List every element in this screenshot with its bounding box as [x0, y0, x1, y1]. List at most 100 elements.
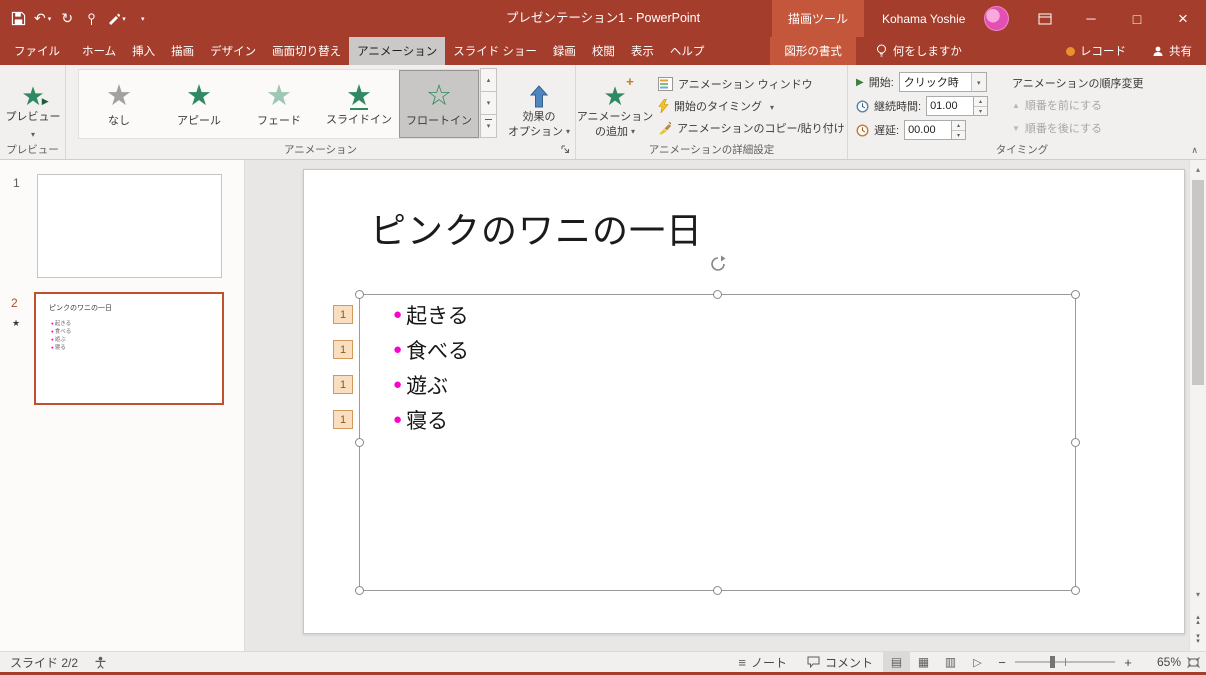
undo-button[interactable]	[30, 5, 55, 33]
resize-handle-middle-left[interactable]	[355, 438, 364, 447]
tab-transitions[interactable]: 画面切り替え	[264, 37, 349, 65]
move-earlier-button[interactable]: 順番を前にする	[1012, 97, 1102, 113]
redo-button[interactable]	[55, 5, 79, 33]
zoom-in-button[interactable]	[1117, 655, 1139, 670]
animation-indicator-icon	[12, 318, 20, 329]
slideshow-button[interactable]	[964, 652, 991, 672]
accessibility-icon[interactable]	[94, 656, 107, 669]
animation-pane-icon	[658, 77, 673, 91]
preview-button[interactable]: プレビュー	[4, 69, 62, 153]
zoom-slider-thumb[interactable]	[1050, 656, 1055, 668]
notes-button[interactable]: ノート	[728, 652, 797, 672]
resize-handle-bottom-right[interactable]	[1071, 586, 1080, 595]
tab-home[interactable]: ホーム	[74, 37, 124, 65]
touch-mode-button[interactable]	[79, 5, 103, 33]
bullet-text[interactable]: 起きる	[406, 300, 469, 330]
avatar[interactable]	[984, 6, 1009, 31]
scroll-up-button[interactable]	[1190, 161, 1206, 178]
tab-record[interactable]: 録画	[545, 37, 584, 65]
start-select[interactable]: クリック時	[899, 72, 987, 92]
maximize-button[interactable]	[1114, 0, 1160, 37]
delay-down-button[interactable]	[952, 130, 965, 139]
animation-order-badge[interactable]: 1	[333, 375, 353, 394]
bullet-row: 1 ● 遊ぶ	[360, 367, 1075, 402]
tab-shape-format[interactable]: 図形の書式	[770, 37, 856, 65]
reading-view-button[interactable]	[937, 652, 964, 672]
bullet-text[interactable]: 食べる	[406, 335, 469, 365]
star-icon: ★	[186, 81, 212, 111]
comments-button[interactable]: コメント	[797, 652, 883, 672]
duration-down-button[interactable]	[974, 106, 987, 115]
animation-none-item[interactable]: ★ なし	[79, 70, 159, 138]
tab-insert[interactable]: 挿入	[124, 37, 163, 65]
slide-canvas[interactable]: ピンクのワニの一日 1 ● 起きる 1 ● 食べる	[303, 169, 1185, 634]
animation-order-badge[interactable]: 1	[333, 305, 353, 324]
resize-handle-middle-right[interactable]	[1071, 438, 1080, 447]
bullet-text[interactable]: 遊ぶ	[406, 370, 448, 400]
delay-up-button[interactable]	[952, 121, 965, 130]
resize-handle-bottom-middle[interactable]	[713, 586, 722, 595]
tab-view[interactable]: 表示	[623, 37, 662, 65]
slide-counter[interactable]: スライド 2/2	[10, 654, 78, 671]
dialog-launcher-icon[interactable]	[560, 144, 572, 156]
slide-thumbnail-2[interactable]: ピンクのワニの一日 起きる 食べる 遊ぶ 寝る	[34, 292, 224, 405]
animation-painter-button[interactable]: アニメーションのコピー/貼り付け	[654, 117, 849, 139]
previous-slide-button[interactable]	[1190, 615, 1206, 625]
tab-animations[interactable]: アニメーション	[349, 37, 445, 65]
move-later-button[interactable]: 順番を後にする	[1012, 120, 1102, 136]
pen-button[interactable]	[103, 5, 130, 33]
share-button[interactable]: 共有	[1138, 43, 1206, 59]
zoom-percentage[interactable]: 65%	[1143, 655, 1181, 669]
tab-review[interactable]: 校閲	[584, 37, 623, 65]
animation-fade-item[interactable]: ★ フェード	[239, 70, 319, 138]
effect-options-button[interactable]: 効果の オプション	[508, 69, 570, 153]
tab-slideshow[interactable]: スライド ショー	[445, 37, 545, 65]
minimize-button[interactable]	[1068, 0, 1114, 37]
collapse-ribbon-button[interactable]	[1191, 145, 1198, 156]
chevron-down-icon[interactable]	[971, 73, 986, 91]
customize-qat-button[interactable]	[130, 5, 154, 33]
slide-sorter-button[interactable]	[910, 652, 937, 672]
record-button[interactable]: レコード	[1054, 43, 1138, 59]
normal-view-button[interactable]	[883, 652, 910, 672]
tab-draw[interactable]: 描画	[163, 37, 202, 65]
tab-design[interactable]: デザイン	[202, 37, 264, 65]
next-slide-button[interactable]	[1190, 634, 1206, 644]
delay-input[interactable]	[904, 120, 951, 140]
animation-pane-button[interactable]: アニメーション ウィンドウ	[654, 73, 849, 95]
fit-slide-button[interactable]	[1187, 656, 1200, 669]
zoom-out-button[interactable]	[991, 655, 1013, 670]
animation-slide-in-item[interactable]: ★ スライドイン	[319, 70, 399, 138]
bullet-row: 1 ● 起きる	[360, 297, 1075, 332]
tab-file[interactable]: ファイル	[0, 37, 74, 65]
gallery-scroll-down-button[interactable]	[480, 91, 497, 115]
tab-help[interactable]: ヘルプ	[662, 37, 713, 65]
account-name[interactable]: Kohama Yoshie	[882, 0, 965, 37]
scroll-down-button[interactable]	[1190, 586, 1206, 603]
animation-order-badge[interactable]: 1	[333, 410, 353, 429]
zoom-slider[interactable]	[1015, 661, 1115, 663]
ribbon-display-options-button[interactable]	[1022, 0, 1068, 37]
save-button[interactable]	[6, 5, 30, 33]
bullet-icon: ●	[393, 376, 402, 393]
resize-handle-bottom-left[interactable]	[355, 586, 364, 595]
content-placeholder[interactable]: 1 ● 起きる 1 ● 食べる 1 ● 遊ぶ 1 ● 寝る	[359, 294, 1076, 591]
animation-float-in-item[interactable]: ☆ フロートイン	[399, 70, 479, 138]
scrollbar-thumb[interactable]	[1192, 180, 1204, 385]
gallery-scroll-up-button[interactable]	[480, 68, 497, 92]
trigger-button[interactable]: 開始のタイミング	[654, 95, 849, 117]
animation-order-badge[interactable]: 1	[333, 340, 353, 359]
close-button[interactable]	[1160, 0, 1206, 37]
duration-input[interactable]	[926, 96, 973, 116]
slide-title[interactable]: ピンクのワニの一日	[370, 202, 703, 254]
bullet-text[interactable]: 寝る	[406, 405, 448, 435]
add-animation-button[interactable]: アニメーション の追加	[582, 69, 648, 153]
gallery-more-button[interactable]	[480, 114, 497, 138]
save-icon	[11, 11, 26, 26]
animation-appear-item[interactable]: ★ アピール	[159, 70, 239, 138]
slide-thumbnail-1[interactable]	[37, 174, 222, 278]
star-icon: ★	[106, 81, 132, 111]
tell-me-box[interactable]: 何をしますか	[868, 37, 970, 65]
duration-up-button[interactable]	[974, 97, 987, 106]
rotate-handle[interactable]	[709, 255, 727, 278]
